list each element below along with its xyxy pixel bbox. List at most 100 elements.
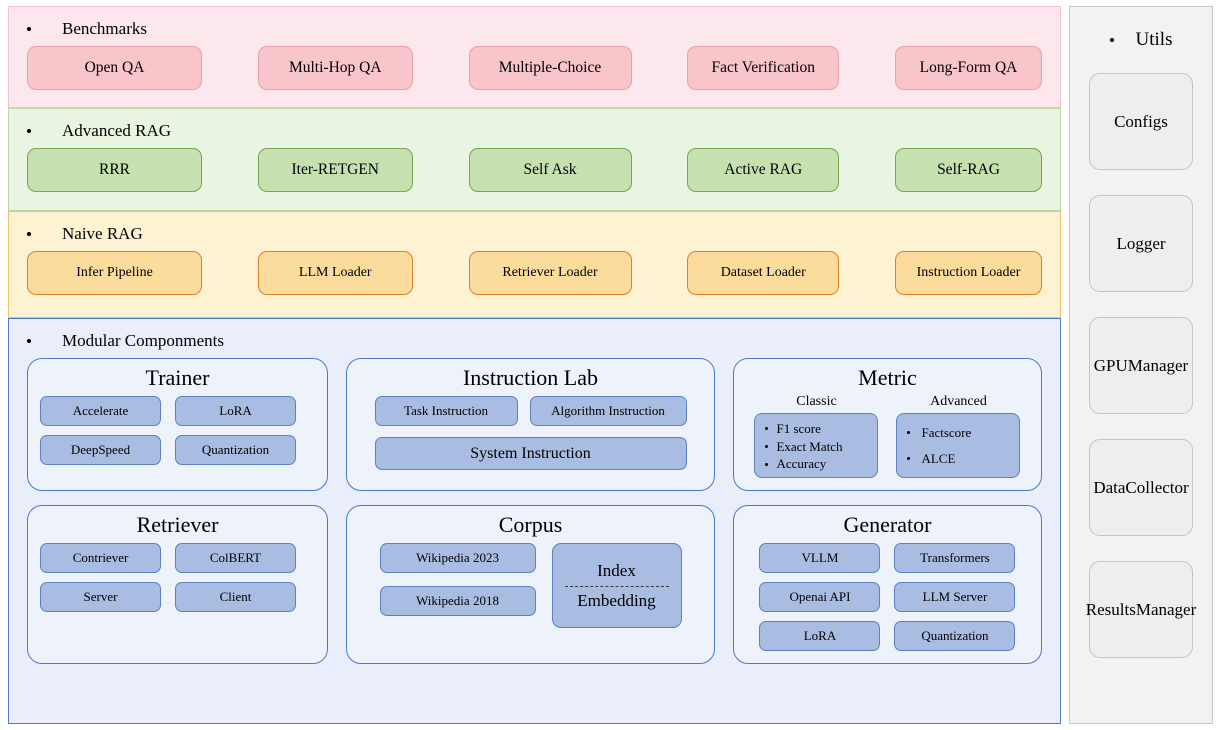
corpus-source-wikipedia-2023[interactable]: Wikipedia 2023 [379, 543, 536, 574]
metric-advanced-item-label: Factscore [921, 424, 972, 440]
main-layer-stack: Benchmarks Open QA Multi-Hop QA Multiple… [8, 6, 1061, 724]
metric-columns: Classic F1 score Exact Match Accuracy Ad… [746, 394, 1029, 479]
panel-retriever-title: Retriever [136, 512, 219, 538]
chip-open-qa[interactable]: Open QA [27, 46, 202, 90]
utils-title: Utils [1070, 7, 1212, 73]
util-card-results-manager[interactable]: Results Manager [1086, 561, 1196, 658]
util-card-logger[interactable]: Logger [1089, 195, 1193, 292]
generator-item-quantization[interactable]: Quantization [894, 621, 1016, 652]
bullet-icon [27, 128, 31, 133]
chip-iter-retgen[interactable]: Iter-RETGEN [257, 148, 413, 192]
divider [564, 585, 669, 587]
metric-classic-item: Accuracy [765, 455, 867, 473]
metric-classic-label: Classic [796, 394, 837, 410]
instruction-lab-row: Task Instruction Algorithm Instruction [359, 396, 702, 427]
panel-trainer: Trainer Accelerate LoRA DeepSpeed Quanti… [27, 358, 329, 492]
chip-self-rag[interactable]: Self-RAG [895, 148, 1042, 192]
metric-advanced-column: Advanced Factscore ALCE [896, 394, 1021, 479]
retriever-items: Contriever ColBERT Server Client [40, 543, 315, 613]
util-card-gpu-manager[interactable]: GPU Manager [1089, 317, 1193, 414]
layer-modular-label: Modular Componments [62, 331, 224, 350]
metric-advanced-item-label: ALCE [921, 451, 956, 467]
bullet-icon [765, 427, 769, 431]
panel-retriever: Retriever Contriever ColBERT Server Clie… [27, 505, 329, 665]
bullet-icon [27, 231, 31, 236]
layer-advanced-rag-label: Advanced RAG [62, 121, 172, 140]
corpus-index-box[interactable]: Index Embedding [551, 543, 682, 629]
advanced-rag-chip-row: RRR Iter-RETGEN Self Ask Active RAG Self… [9, 148, 1060, 192]
trainer-item-deepspeed[interactable]: DeepSpeed [40, 435, 161, 466]
chip-multiple-choice[interactable]: Multiple-Choice [468, 46, 632, 90]
chip-llm-loader[interactable]: LLM Loader [257, 251, 413, 295]
layer-benchmarks-label: Benchmarks [62, 19, 147, 38]
retriever-item-colbert[interactable]: ColBERT [175, 543, 296, 574]
util-card-data-collector[interactable]: Data Collector [1089, 439, 1193, 536]
retriever-item-client[interactable]: Client [175, 582, 296, 613]
benchmarks-chip-row: Open QA Multi-Hop QA Multiple-Choice Fac… [9, 46, 1060, 90]
metric-classic-item-label: F1 score [776, 421, 821, 437]
trainer-item-quantization[interactable]: Quantization [175, 435, 296, 466]
instruction-task[interactable]: Task Instruction [374, 396, 518, 427]
trainer-item-accelerate[interactable]: Accelerate [40, 396, 161, 427]
trainer-items: Accelerate LoRA DeepSpeed Quantization [40, 396, 315, 466]
generator-item-llm-server[interactable]: LLM Server [894, 582, 1016, 613]
generator-items: VLLM Transformers Openai API LLM Server … [746, 543, 1029, 652]
panel-trainer-title: Trainer [145, 365, 210, 390]
layer-modular-componments: Modular Componments Trainer Accelerate L… [8, 318, 1061, 724]
panel-generator: Generator VLLM Transformers Openai API L… [732, 505, 1042, 665]
panel-instruction-lab-title: Instruction Lab [462, 365, 599, 390]
metric-advanced-label: Advanced [930, 394, 987, 410]
chip-retriever-loader[interactable]: Retriever Loader [468, 251, 632, 295]
layer-advanced-rag: Advanced RAG RRR Iter-RETGEN Self Ask Ac… [8, 108, 1061, 211]
modular-panel-row-1: Trainer Accelerate LoRA DeepSpeed Quanti… [27, 358, 1042, 492]
metric-advanced-item: ALCE [907, 450, 1009, 468]
generator-item-lora[interactable]: LoRA [759, 621, 881, 652]
corpus-source-wikipedia-2018[interactable]: Wikipedia 2018 [379, 586, 536, 617]
chip-multi-hop-qa[interactable]: Multi-Hop QA [257, 46, 413, 90]
panel-corpus-title: Corpus [498, 512, 563, 538]
metric-classic-item-label: Accuracy [776, 456, 827, 472]
trainer-item-lora[interactable]: LoRA [175, 396, 296, 427]
modular-panel-grid: Trainer Accelerate LoRA DeepSpeed Quanti… [9, 358, 1060, 665]
chip-dataset-loader[interactable]: Dataset Loader [687, 251, 840, 295]
layer-modular-title: Modular Componments [9, 319, 1060, 351]
instruction-system[interactable]: System Instruction [374, 437, 687, 471]
layer-benchmarks: Benchmarks Open QA Multi-Hop QA Multiple… [8, 6, 1061, 108]
bullet-icon [27, 338, 31, 343]
layer-naive-rag-label: Naive RAG [62, 224, 143, 243]
modular-panel-row-2: Retriever Contriever ColBERT Server Clie… [27, 505, 1042, 665]
panel-metric: Metric Classic F1 score Exact Match Accu… [732, 358, 1042, 492]
chip-fact-verification[interactable]: Fact Verification [687, 46, 840, 90]
generator-item-openai-api[interactable]: Openai API [759, 582, 881, 613]
bullet-icon [765, 445, 769, 448]
chip-instruction-loader[interactable]: Instruction Loader [895, 251, 1042, 295]
metric-advanced-box[interactable]: Factscore ALCE [896, 413, 1021, 479]
metric-classic-box[interactable]: F1 score Exact Match Accuracy [754, 413, 879, 479]
bullet-icon [765, 462, 769, 466]
corpus-index-label: Index [597, 561, 636, 581]
chip-long-form-qa[interactable]: Long-Form QA [895, 46, 1042, 90]
chip-active-rag[interactable]: Active RAG [687, 148, 840, 192]
generator-item-vllm[interactable]: VLLM [759, 543, 881, 574]
bullet-icon [907, 430, 911, 434]
naive-rag-chip-row: Infer Pipeline LLM Loader Retriever Load… [9, 251, 1060, 295]
generator-item-transformers[interactable]: Transformers [894, 543, 1016, 574]
panel-generator-title: Generator [843, 512, 932, 538]
layer-naive-rag: Naive RAG Infer Pipeline LLM Loader Retr… [8, 211, 1061, 318]
metric-classic-item: Exact Match [765, 438, 867, 456]
layer-advanced-rag-title: Advanced RAG [9, 109, 1060, 141]
metric-classic-column: Classic F1 score Exact Match Accuracy [754, 394, 879, 479]
utils-sidebar: Utils Configs Logger GPU Manager Data Coll… [1069, 6, 1213, 724]
metric-classic-item-label: Exact Match [776, 438, 843, 454]
corpus-sources: Wikipedia 2023 Wikipedia 2018 [379, 543, 536, 628]
util-card-configs[interactable]: Configs [1089, 73, 1193, 170]
retriever-item-server[interactable]: Server [40, 582, 161, 613]
chip-infer-pipeline[interactable]: Infer Pipeline [27, 251, 202, 295]
instruction-algorithm[interactable]: Algorithm Instruction [529, 396, 687, 427]
corpus-body: Wikipedia 2023 Wikipedia 2018 Index Embe… [359, 543, 702, 629]
bullet-icon [907, 457, 911, 461]
chip-self-ask[interactable]: Self Ask [468, 148, 632, 192]
chip-rrr[interactable]: RRR [27, 148, 202, 192]
retriever-item-contriever[interactable]: Contriever [40, 543, 161, 574]
metric-classic-item: F1 score [765, 420, 867, 438]
